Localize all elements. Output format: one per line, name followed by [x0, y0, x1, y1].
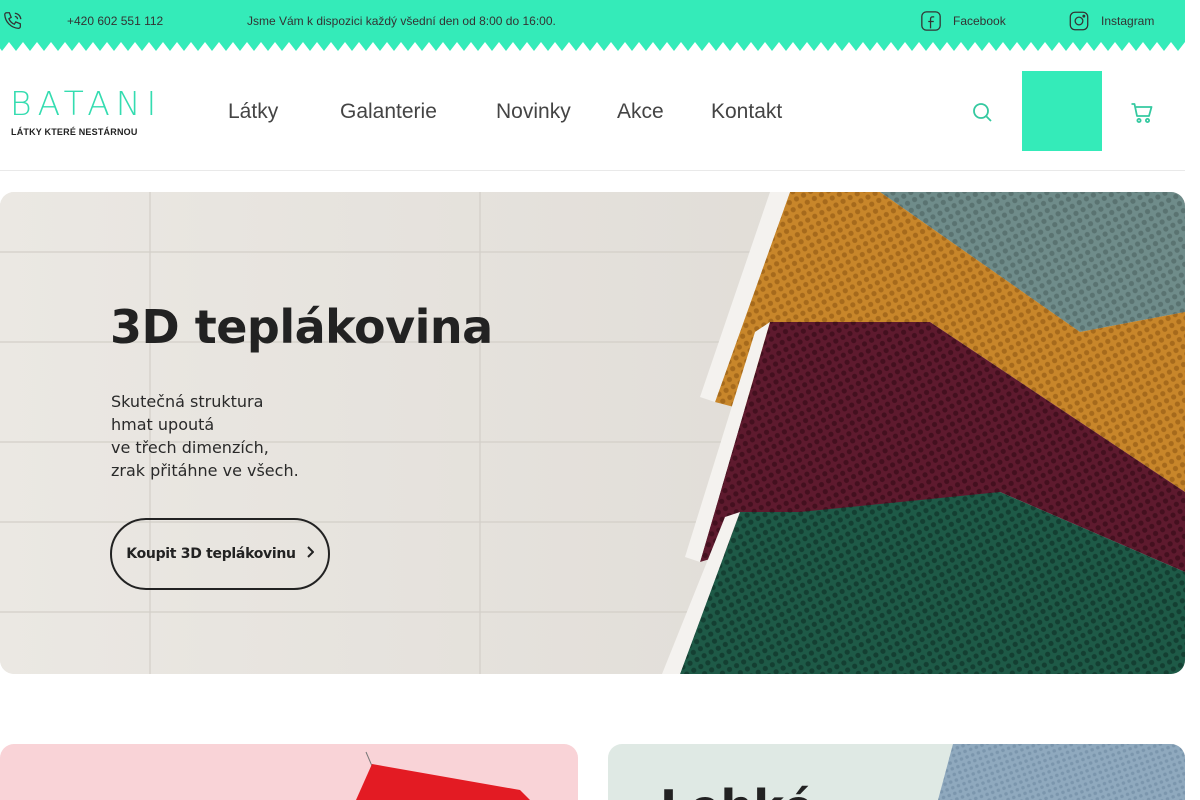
top-bar: +420 602 551 112 Jsme Vám k dispozici ka… [0, 0, 1185, 42]
facebook-icon[interactable] [920, 0, 942, 42]
buy-3d-sweatfabric-button[interactable]: Koupit 3D teplákovinu [110, 518, 330, 590]
hero-line: ve třech dimenzích, [111, 438, 269, 457]
nav-item-novinky[interactable]: Novinky [496, 52, 571, 171]
nav-label: Novinky [496, 99, 571, 123]
instagram-icon[interactable] [1068, 0, 1090, 42]
hero-title: 3D teplákovina [110, 300, 493, 354]
cta-label: Koupit 3D teplákovinu [126, 546, 296, 562]
opening-hours: Jsme Vám k dispozici každý všední den od… [247, 14, 556, 28]
card-title: Lehké [660, 780, 814, 800]
page: +420 602 551 112 Jsme Vám k dispozici ka… [0, 0, 1200, 800]
phone-icon[interactable] [2, 0, 24, 42]
chevron-right-icon [306, 546, 315, 562]
nav-label: Galanterie [340, 99, 437, 123]
account-button[interactable] [1022, 71, 1102, 151]
site-header: BATANI LÁTKY KTERÉ NESTÁRNOU Látky Galan… [0, 52, 1185, 171]
facebook-link[interactable]: Facebook [953, 0, 1006, 42]
hero-line: zrak přitáhne ve všech. [111, 461, 299, 480]
phone-link[interactable]: +420 602 551 112 [67, 0, 163, 42]
nav-item-galanterie[interactable]: Galanterie [340, 52, 446, 171]
promo-card-right[interactable]: Lehké [608, 744, 1185, 800]
nav-label: Kontakt [711, 99, 783, 123]
nav-label: Látky [228, 99, 279, 123]
logo[interactable]: BATANI LÁTKY KTERÉ NESTÁRNOU [10, 86, 156, 138]
zigzag-divider [0, 40, 1185, 51]
nav-item-latky[interactable]: Látky [228, 52, 287, 171]
logo-wordmark: BATANI [10, 84, 163, 123]
instagram-link[interactable]: Instagram [1101, 0, 1154, 42]
nav-item-akce[interactable]: Akce [617, 52, 664, 171]
logo-tagline: LÁTKY KTERÉ NESTÁRNOU [11, 127, 138, 137]
nav-item-kontakt[interactable]: Kontakt [711, 52, 782, 171]
red-fabric-image [356, 751, 530, 800]
hero-description: Skutečná struktura hmat upoutá ve třech … [111, 390, 299, 482]
nav-label: Akce [617, 99, 664, 123]
hero-line: hmat upoutá [111, 415, 215, 434]
cart-icon[interactable] [1130, 102, 1154, 124]
hero-banner[interactable]: 3D teplákovina Skutečná struktura hmat u… [0, 192, 1185, 674]
search-icon[interactable] [970, 100, 994, 124]
promo-card-left[interactable] [0, 744, 578, 800]
hero-line: Skutečná struktura [111, 392, 264, 411]
